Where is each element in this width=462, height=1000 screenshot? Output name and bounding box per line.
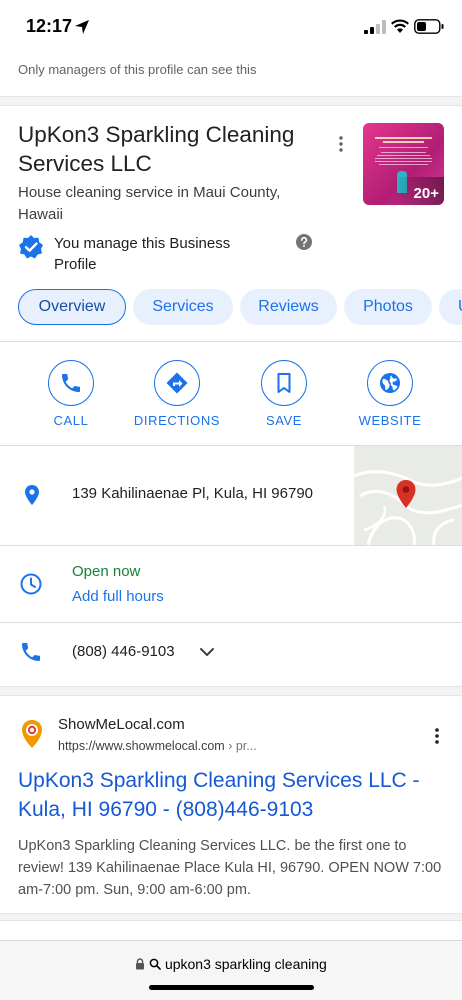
bookmark-icon [277, 373, 291, 393]
result-url[interactable]: https://www.showmelocal.com › pr... [58, 739, 257, 753]
directions-icon [166, 372, 188, 394]
result-site-name[interactable]: ShowMeLocal.com [58, 716, 185, 733]
address-text[interactable]: 139 Kahilinaenae Pl, Kula, HI 96790 [72, 485, 313, 502]
managers-only-notice: Only managers of this profile can see th… [18, 62, 257, 77]
tab-services[interactable]: Services [133, 289, 233, 325]
location-pin-icon [25, 485, 39, 505]
divider [0, 341, 462, 342]
call-button-circle[interactable] [48, 360, 94, 406]
home-indicator[interactable] [149, 985, 314, 990]
business-name: UpKon3 Sparkling Cleaning Services LLC [18, 122, 295, 176]
divider [0, 545, 462, 546]
help-icon[interactable] [296, 234, 312, 250]
tab-overview[interactable]: Overview [18, 289, 126, 325]
result-url-domain: https://www.showmelocal.com [58, 739, 225, 753]
result-snippet: UpKon3 Sparkling Cleaning Services LLC. … [18, 838, 442, 898]
lock-icon [136, 958, 145, 970]
result-url-crumb: › pr... [224, 739, 257, 753]
manage-profile-text: You manage this Business Profile [54, 235, 231, 273]
status-bar: 12:17 [0, 0, 462, 52]
website-label: WEBSITE [358, 413, 422, 428]
section-divider [0, 913, 462, 921]
wifi-icon [391, 19, 409, 33]
phone-icon [62, 374, 80, 392]
verified-badge-icon [19, 235, 43, 259]
result-title-link[interactable]: UpKon3 Sparkling Cleaning Services LLC -… [18, 766, 448, 824]
thumbnail-flyer-art [369, 129, 438, 167]
directions-label: DIRECTIONS [133, 413, 221, 428]
photo-count-badge: 20+ [413, 185, 439, 202]
more-options-icon[interactable] [334, 134, 348, 154]
business-photo-thumbnail[interactable]: 20+ [363, 123, 444, 205]
status-time: 12:17 [26, 16, 73, 36]
directions-button-circle[interactable] [154, 360, 200, 406]
save-button-circle[interactable] [261, 360, 307, 406]
search-icon [149, 958, 161, 970]
phone-number[interactable]: (808) 446-9103 [72, 643, 175, 660]
phone-icon [22, 643, 40, 661]
save-label: SAVE [265, 413, 303, 428]
result-more-options-icon[interactable] [430, 726, 444, 746]
save-button[interactable]: SAVE [239, 360, 329, 428]
tab-photos[interactable]: Photos [344, 289, 432, 325]
call-button[interactable]: CALL [26, 360, 116, 428]
chevron-down-icon[interactable] [199, 645, 215, 659]
location-arrow-icon [75, 20, 89, 34]
business-category: House cleaning service in Maui County, H… [18, 184, 281, 223]
directions-button[interactable]: DIRECTIONS [132, 360, 222, 428]
address-bar[interactable]: upkon3 sparkling cleaning [0, 956, 462, 972]
open-status: Open now [72, 563, 141, 580]
tab-updates[interactable]: U [439, 289, 462, 325]
address-bar-text: upkon3 sparkling cleaning [164, 956, 327, 972]
section-divider [0, 686, 462, 696]
call-label: CALL [53, 413, 89, 428]
website-button[interactable]: WEBSITE [345, 360, 435, 428]
clock-icon [20, 573, 42, 595]
battery-icon [414, 19, 444, 34]
map-pin-icon [396, 480, 416, 508]
cellular-signal-icon [364, 20, 386, 34]
map-thumbnail[interactable] [354, 446, 462, 545]
showmelocal-favicon-icon [22, 720, 42, 748]
tab-reviews[interactable]: Reviews [240, 289, 337, 325]
divider [0, 622, 462, 623]
add-hours-link[interactable]: Add full hours [72, 588, 164, 605]
website-button-circle[interactable] [367, 360, 413, 406]
globe-icon [380, 373, 400, 393]
section-divider [0, 96, 462, 106]
